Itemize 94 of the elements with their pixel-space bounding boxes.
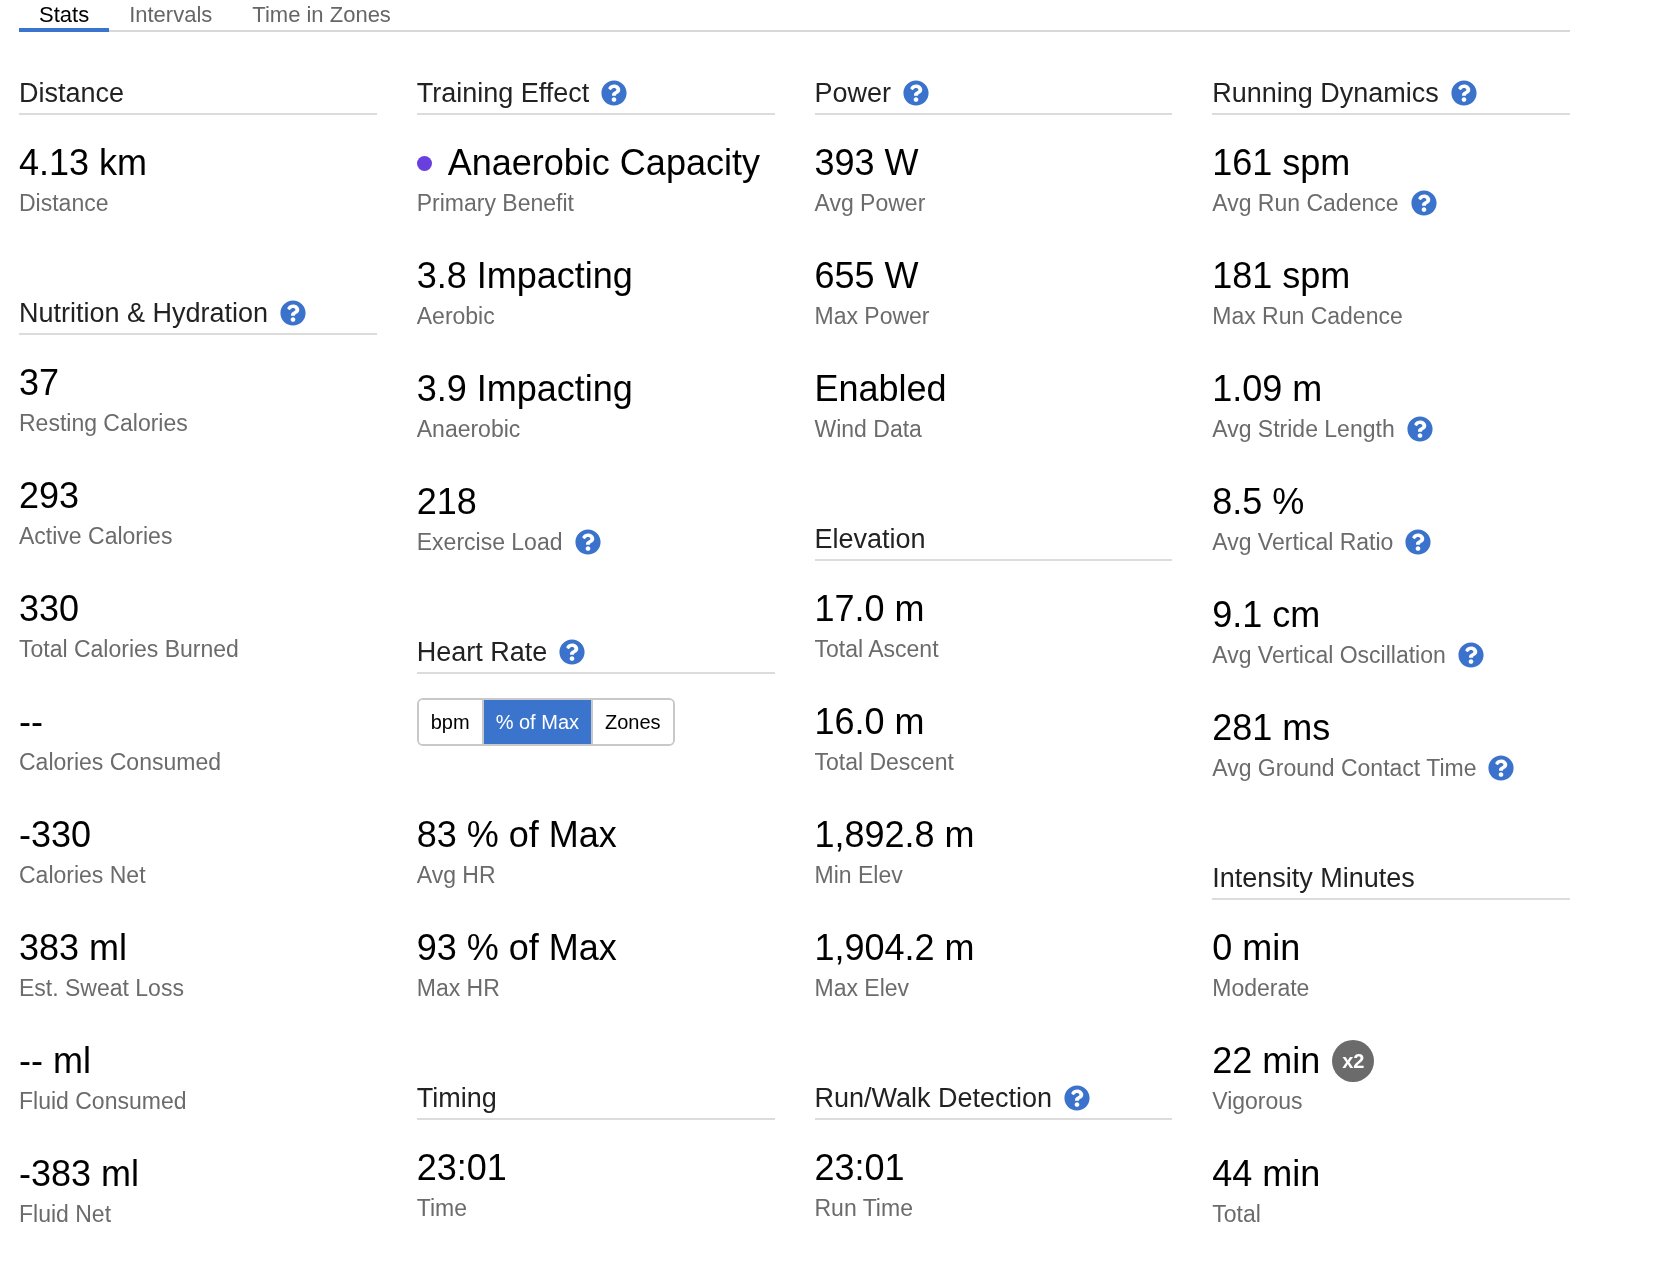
stat-label: Max Power (814, 301, 930, 331)
stat-value: 4.13 km (19, 141, 148, 185)
stat-label: Aerobic (416, 301, 495, 331)
section-title: Run/Walk Detection (814, 1081, 1053, 1115)
stat-label: Run Time (814, 1193, 913, 1223)
stat-label: Calories Consumed (19, 747, 221, 777)
stat-label: Resting Calories (19, 408, 188, 438)
stat-value: 181 spm (1212, 254, 1351, 298)
help-icon[interactable] (280, 300, 307, 326)
stat-label: Max HR (416, 973, 500, 1003)
stat-value: 9.1 cm (1212, 593, 1321, 637)
stat-label: Total Calories Burned (19, 634, 239, 664)
help-icon[interactable] (1064, 1085, 1091, 1111)
section-title: Intensity Minutes (1212, 861, 1415, 895)
stat-value: 161 spm (1212, 141, 1351, 185)
stat-value: 293 (19, 474, 80, 518)
section-title: Heart Rate (416, 635, 548, 669)
stat-label: Calories Net (19, 860, 146, 890)
stat-label: Wind Data (814, 414, 922, 444)
section-title: Running Dynamics (1212, 76, 1439, 110)
stat-value: 23:01 (416, 1146, 507, 1190)
section-title: Power (814, 76, 892, 110)
help-icon[interactable] (559, 639, 586, 665)
help-icon[interactable] (1405, 529, 1432, 555)
stat-label: Min Elev (814, 860, 903, 890)
stat-label: Max Run Cadence (1212, 301, 1403, 331)
help-icon[interactable] (1406, 416, 1433, 442)
stat-value: 1,892.8 m (814, 813, 975, 857)
stat-label: Time (416, 1193, 467, 1223)
stat-value: Anaerobic Capacity (447, 141, 760, 185)
stat-value: 218 (416, 480, 477, 524)
stat-value: 3.9 Impacting (416, 367, 633, 411)
section-title: Elevation (814, 522, 926, 556)
help-icon[interactable] (1450, 80, 1477, 106)
stat-label: Total (1212, 1199, 1261, 1229)
help-icon[interactable] (1488, 755, 1515, 781)
stat-value: 383 ml (19, 926, 128, 970)
stat-value: Enabled (814, 367, 947, 411)
help-icon[interactable] (1410, 190, 1437, 216)
toggle-option[interactable]: % of Max (481, 700, 591, 744)
stat-label: Max Elev (814, 973, 910, 1003)
help-icon[interactable] (903, 80, 930, 106)
stat-label: Avg Ground Contact Time (1212, 753, 1477, 783)
stat-label: Fluid Net (19, 1199, 112, 1229)
stat-label: Avg Stride Length (1212, 414, 1395, 444)
section-title: Nutrition & Hydration (19, 296, 269, 330)
stat-value: 44 min (1212, 1152, 1321, 1196)
stat-value: -- ml (19, 1039, 91, 1083)
help-icon[interactable] (574, 529, 601, 555)
tab[interactable]: Time in Zones (232, 2, 411, 32)
section-title: Timing (416, 1081, 497, 1115)
stat-label: Avg Run Cadence (1212, 188, 1399, 218)
stat-value: 3.8 Impacting (416, 254, 633, 298)
stat-label: Moderate (1212, 973, 1310, 1003)
stat-label: Primary Benefit (416, 188, 574, 218)
stat-value: 93 % of Max (416, 926, 617, 970)
stat-value: 83 % of Max (416, 813, 617, 857)
stat-label: Avg HR (416, 860, 496, 890)
tab[interactable]: Intervals (109, 2, 233, 32)
stat-label: Est. Sweat Loss (19, 973, 184, 1003)
stat-value: -- (19, 700, 43, 744)
stat-value: 22 min (1212, 1039, 1321, 1083)
tab[interactable]: Stats (19, 2, 110, 32)
stat-label: Anaerobic (416, 414, 521, 444)
stat-value: 1,904.2 m (814, 926, 975, 970)
stat-value: 8.5 % (1212, 480, 1305, 524)
stat-label: Active Calories (19, 521, 173, 551)
section-title: Training Effect (416, 76, 590, 110)
stat-label: Avg Power (814, 188, 926, 218)
stat-value: -330 (19, 813, 92, 857)
stat-label: Avg Vertical Ratio (1212, 527, 1394, 557)
stat-value: 655 W (814, 254, 919, 298)
stat-value: 23:01 (814, 1146, 905, 1190)
stat-label: Fluid Consumed (19, 1086, 187, 1116)
section-title: Distance (19, 76, 125, 110)
stat-label: Avg Vertical Oscillation (1212, 640, 1446, 670)
toggle-option[interactable]: Zones (591, 700, 673, 744)
stat-label: Total Descent (814, 747, 954, 777)
stat-value: 1.09 m (1212, 367, 1323, 411)
stat-label: Exercise Load (416, 527, 563, 557)
stat-value: 281 ms (1212, 706, 1331, 750)
stat-value: 17.0 m (814, 587, 925, 631)
stat-value: 330 (19, 587, 80, 631)
stat-label: Distance (19, 188, 109, 218)
multiplier-badge: x2 (1332, 1040, 1375, 1082)
stat-label: Total Ascent (814, 634, 939, 664)
stat-label: Vigorous (1212, 1086, 1303, 1116)
stat-value: 0 min (1212, 926, 1301, 970)
stat-value: -383 ml (19, 1152, 140, 1196)
stat-value: 37 (19, 361, 60, 405)
stat-value: 16.0 m (814, 700, 925, 744)
stat-value: 393 W (814, 141, 919, 185)
help-icon[interactable] (1457, 642, 1484, 668)
help-icon[interactable] (601, 80, 628, 106)
